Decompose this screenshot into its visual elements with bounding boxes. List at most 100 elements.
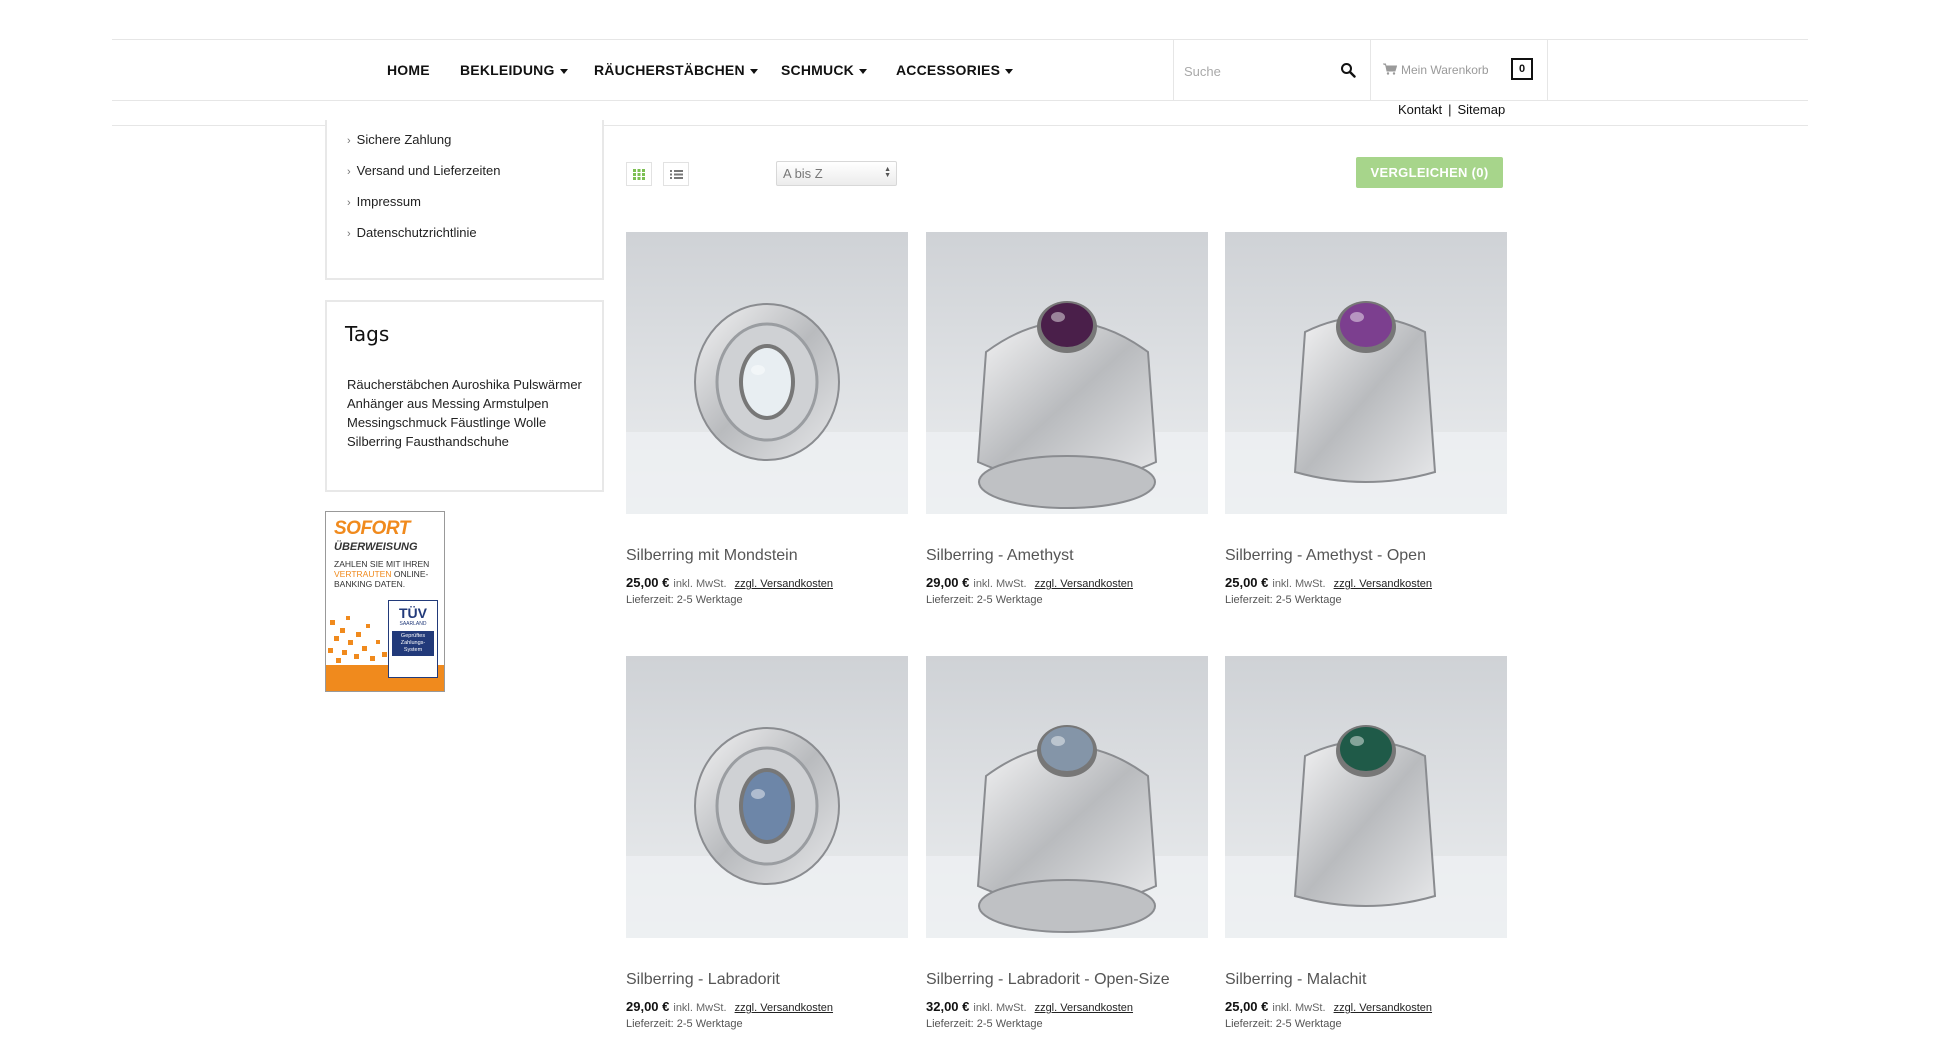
tuv-seal: TÜV SAARLAND Geprüftes Zahlungs-System [388, 600, 438, 678]
sofort-badge-text: ZAHLEN SIE MIT IHREN VERTRAUTEN ONLINE-B… [334, 559, 430, 589]
cart-count-badge: 0 [1511, 58, 1533, 80]
chevron-right-icon: › [347, 228, 351, 240]
tag-link[interactable]: Fausthandschuhe [406, 434, 509, 449]
product-price-line: 25,00 € inkl. MwSt. zzgl. Versandkosten [1225, 575, 1432, 590]
tag-link[interactable]: Armstulpen [483, 396, 549, 411]
product-image[interactable] [626, 656, 908, 938]
nav-bekleidung[interactable]: BEKLEIDUNG [460, 40, 568, 100]
cart-label: Mein Warenkorb [1401, 63, 1489, 77]
search-icon[interactable] [1340, 62, 1356, 78]
sort-select-value: A bis Z [783, 166, 823, 181]
caret-down-icon [749, 68, 758, 74]
compare-button[interactable]: VERGLEICHEN (0) [1356, 157, 1503, 188]
product-name[interactable]: Silberring - Labradorit - Open-Size [926, 971, 1170, 989]
main-nav: HOME BEKLEIDUNG RÄUCHERSTÄBCHEN SCHMUCK … [112, 40, 1808, 100]
sidebar-link-datenschutz[interactable]: › Datenschutzrichtlinie [347, 225, 477, 240]
tag-link[interactable]: Fäustlinge [450, 415, 510, 430]
sitemap-link[interactable]: Sitemap [1457, 102, 1505, 117]
cart-button[interactable]: Mein Warenkorb 0 [1370, 40, 1548, 100]
product-name[interactable]: Silberring - Amethyst - Open [1225, 547, 1426, 565]
tag-link[interactable]: Pulswärmer [513, 377, 582, 392]
nav-accessories[interactable]: ACCESSORIES [896, 40, 1014, 100]
shipping-costs-link[interactable]: zzgl. Versandkosten [1334, 578, 1432, 590]
tag-link[interactable]: Messingschmuck [347, 415, 447, 430]
product-card[interactable]: Silberring mit Mondstein 25,00 € inkl. MwS… [626, 232, 908, 612]
product-image[interactable] [1225, 656, 1507, 938]
product-price: 29,00 € [626, 999, 670, 1014]
product-price: 25,00 € [1225, 999, 1269, 1014]
contact-link[interactable]: Kontakt [1398, 102, 1442, 117]
tags-box: Tags Räucherstäbchen Auroshika Pulswärme… [325, 300, 604, 492]
product-tax-note: inkl. MwSt. [973, 1002, 1027, 1014]
product-name[interactable]: Silberring - Amethyst [926, 547, 1074, 565]
product-price-line: 29,00 € inkl. MwSt. zzgl. Versandkosten [926, 575, 1133, 590]
select-arrows-icon: ▲ ▼ [884, 166, 891, 179]
product-card[interactable]: Silberring - Amethyst 29,00 € inkl. MwSt. z… [926, 232, 1208, 612]
shipping-costs-link[interactable]: zzgl. Versandkosten [735, 578, 833, 590]
nav-raeucherstaebchen[interactable]: RÄUCHERSTÄBCHEN [594, 40, 758, 100]
product-name[interactable]: Silberring mit Mondstein [626, 547, 798, 565]
product-name[interactable]: Silberring - Labradorit [626, 971, 780, 989]
nav-home[interactable]: HOME [387, 40, 430, 100]
sort-select[interactable]: A bis Z ▲ ▼ [776, 161, 897, 186]
product-image[interactable] [626, 232, 908, 514]
chevron-right-icon: › [347, 166, 351, 178]
shipping-costs-link[interactable]: zzgl. Versandkosten [1035, 578, 1133, 590]
info-links-box: › Sichere Zahlung › Versand und Lieferzeit… [325, 120, 604, 280]
tag-link[interactable]: Räucherstäbchen [347, 377, 449, 392]
tag-link[interactable]: Wolle [514, 415, 546, 430]
sidebar-link-impressum[interactable]: › Impressum [347, 194, 421, 209]
shipping-costs-link[interactable]: zzgl. Versandkosten [1334, 1002, 1432, 1014]
search-box [1173, 40, 1371, 102]
search-input[interactable] [1182, 40, 1336, 102]
sofort-logo-subtitle: ÜBERWEISUNG [334, 541, 418, 553]
sofort-logo-title: SOFORT [334, 518, 410, 539]
list-icon [670, 170, 683, 179]
product-price-line: 32,00 € inkl. MwSt. zzgl. Versandkosten [926, 999, 1133, 1014]
header-bottom-divider [112, 100, 1808, 101]
nav-schmuck[interactable]: SCHMUCK [781, 40, 867, 100]
product-delivery-time: Lieferzeit: 2-5 Werktage [926, 1018, 1043, 1030]
product-card[interactable]: Silberring - Amethyst - Open 25,00 € inkl.… [1225, 232, 1507, 612]
caret-down-icon [559, 68, 568, 74]
product-tax-note: inkl. MwSt. [973, 578, 1027, 590]
product-delivery-time: Lieferzeit: 2-5 Werktage [626, 594, 743, 606]
product-image[interactable] [1225, 232, 1507, 514]
cart-icon [1383, 63, 1397, 75]
product-name[interactable]: Silberring - Malachit [1225, 971, 1366, 989]
caret-down-icon [1005, 68, 1014, 74]
product-image[interactable] [926, 656, 1208, 938]
product-image[interactable] [926, 232, 1208, 514]
product-delivery-time: Lieferzeit: 2-5 Werktage [1225, 1018, 1342, 1030]
product-price: 32,00 € [926, 999, 970, 1014]
product-price: 29,00 € [926, 575, 970, 590]
product-delivery-time: Lieferzeit: 2-5 Werktage [1225, 594, 1342, 606]
shipping-costs-link[interactable]: zzgl. Versandkosten [1035, 1002, 1133, 1014]
tag-cloud: Räucherstäbchen Auroshika Pulswärmer Anh… [347, 375, 587, 451]
product-delivery-time: Lieferzeit: 2-5 Werktage [626, 1018, 743, 1030]
grid-view-button[interactable] [626, 162, 652, 186]
product-price: 25,00 € [1225, 575, 1269, 590]
shipping-costs-link[interactable]: zzgl. Versandkosten [735, 1002, 833, 1014]
caret-down-icon [858, 68, 867, 74]
tag-link[interactable]: Auroshika [452, 377, 510, 392]
product-card[interactable]: Silberring - Labradorit - Open-Size 32,00… [926, 656, 1208, 1036]
sofort-ueberweisung-badge[interactable]: SOFORT ÜBERWEISUNG ZAHLEN SIE MIT IHREN … [325, 511, 445, 692]
sidebar-link-sichere-zahlung[interactable]: › Sichere Zahlung [347, 132, 451, 147]
product-price-line: 29,00 € inkl. MwSt. zzgl. Versandkosten [626, 999, 833, 1014]
product-card[interactable]: Silberring - Malachit 25,00 € inkl. MwSt. z… [1225, 656, 1507, 1036]
tag-link[interactable]: Silberring [347, 434, 402, 449]
product-card[interactable]: Silberring - Labradorit 29,00 € inkl. MwSt… [626, 656, 908, 1036]
sidebar-link-versand[interactable]: › Versand und Lieferzeiten [347, 163, 501, 178]
product-tax-note: inkl. MwSt. [1272, 1002, 1326, 1014]
product-delivery-time: Lieferzeit: 2-5 Werktage [926, 594, 1043, 606]
product-tax-note: inkl. MwSt. [673, 578, 727, 590]
list-view-button[interactable] [663, 162, 689, 186]
toplinks-separator: | [1448, 102, 1452, 117]
product-price-line: 25,00 € inkl. MwSt. zzgl. Versandkosten [626, 575, 833, 590]
tags-title: Tags [345, 322, 390, 346]
product-price: 25,00 € [626, 575, 670, 590]
top-links: Kontakt | Sitemap [1398, 102, 1505, 117]
tag-link[interactable]: Anhänger aus Messing [347, 396, 480, 411]
chevron-right-icon: › [347, 197, 351, 209]
